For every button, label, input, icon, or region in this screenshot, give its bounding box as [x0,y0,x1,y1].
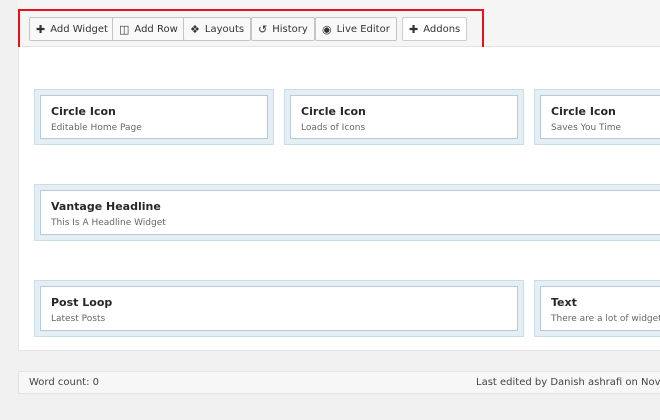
row-1-cell-2[interactable]: Circle Icon Loads of Icons [284,89,524,145]
row-1-cell-1[interactable]: Circle Icon Editable Home Page [34,89,274,145]
widget-title: Circle Icon [551,105,616,118]
widget-circle-icon[interactable]: Circle Icon Editable Home Page [40,95,268,139]
add-row-button[interactable]: ◫ Add Row [112,17,185,41]
widget-description: Saves You Time [551,123,622,133]
widget-title: Vantage Headline [51,200,161,213]
history-label: History [272,23,308,35]
columns-icon: ◫ [119,22,130,36]
eye-icon: ◉ [322,22,332,36]
widget-circle-icon[interactable]: Circle Icon Saves You Time [540,95,660,139]
widget-description: Latest Posts [51,314,106,324]
editor-status-bar: Word count: 0 Last edited by Danish ashr… [18,371,660,394]
widget-description: Editable Home Page [51,123,142,133]
row-1-cell-3[interactable]: Circle Icon Saves You Time [534,89,660,145]
layouts-label: Layouts [204,23,245,35]
last-edited-info: Last edited by Danish ashrafi on Nover [476,377,660,388]
layouts-button[interactable]: ❖ Layouts [183,17,252,41]
widget-description: This Is A Headline Widget [51,218,166,228]
addons-label: Addons [423,23,461,35]
addons-button[interactable]: ✚ Addons [402,17,468,41]
widget-post-loop[interactable]: Post Loop Latest Posts [40,286,518,331]
row-3-cell-2[interactable]: Text There are a lot of widgets [534,280,660,337]
widget-vantage-headline[interactable]: Vantage Headline This Is A Headline Widg… [40,190,660,235]
widget-description: There are a lot of widgets [551,314,660,324]
live-editor-label: Live Editor [336,23,390,35]
layouts-icon: ❖ [190,22,200,36]
widget-circle-icon[interactable]: Circle Icon Loads of Icons [290,95,518,139]
add-widget-label: Add Widget [50,23,108,35]
widget-title: Circle Icon [301,105,366,118]
history-icon: ↺ [258,22,268,36]
widget-title: Post Loop [51,296,113,309]
add-widget-button[interactable]: ✚ Add Widget [29,17,115,41]
history-button[interactable]: ↺ History [251,17,315,41]
plus-icon: ✚ [409,22,419,36]
live-editor-button[interactable]: ◉ Live Editor [315,17,397,41]
widget-text[interactable]: Text There are a lot of widgets [540,286,660,331]
add-row-label: Add Row [134,23,178,35]
row-2-cell-1[interactable]: Vantage Headline This Is A Headline Widg… [34,184,660,241]
widget-title: Text [551,296,577,309]
word-count: Word count: 0 [29,377,100,388]
plus-icon: ✚ [36,22,46,36]
widget-title: Circle Icon [51,105,116,118]
page-builder-canvas: Circle Icon Editable Home Page Circle Ic… [18,47,660,351]
row-3-cell-1[interactable]: Post Loop Latest Posts [34,280,524,337]
widget-description: Loads of Icons [301,123,366,133]
